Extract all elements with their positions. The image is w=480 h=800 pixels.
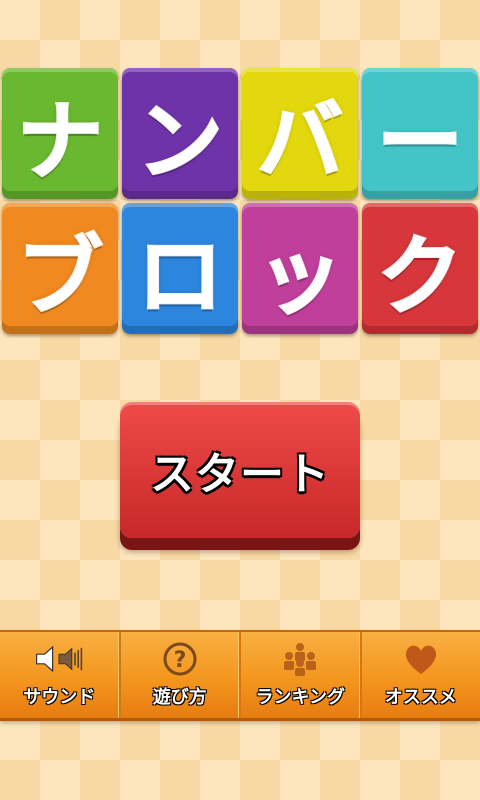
start-button-label: スタート xyxy=(150,449,330,500)
start-button[interactable]: スタート xyxy=(120,402,360,538)
sound-label: サウンド xyxy=(23,687,96,708)
ranking-people-icon xyxy=(276,641,324,677)
title-tile-na: ナ xyxy=(2,68,118,199)
title-tile-tsu: ッ xyxy=(242,203,358,334)
title-tile-bu: ブ xyxy=(2,203,118,334)
start-button-wrapper: スタート xyxy=(120,402,360,552)
question-icon: ? xyxy=(156,641,204,677)
bottom-menu-bar: サウンド ? 遊び方 ランキング オススメ xyxy=(0,630,480,721)
title-tile-n: ン xyxy=(122,68,238,199)
speaker-icon xyxy=(35,641,83,677)
how-to-play-label: 遊び方 xyxy=(152,687,207,708)
title-tile-ba: バ xyxy=(242,68,358,199)
title-logo: ナ ン バ ー ブ ロ ッ ク xyxy=(0,66,480,336)
title-tile-ro: ロ xyxy=(122,203,238,334)
how-to-play-button[interactable]: ? 遊び方 xyxy=(121,632,241,718)
ranking-button[interactable]: ランキング xyxy=(241,632,362,718)
title-tile-ku: ク xyxy=(362,203,478,334)
title-tile-dash: ー xyxy=(362,68,478,199)
recommend-button[interactable]: オススメ xyxy=(362,632,480,718)
svg-text:?: ? xyxy=(173,648,186,673)
ranking-label: ランキング xyxy=(255,687,345,708)
recommend-label: オススメ xyxy=(384,687,457,708)
sound-button[interactable]: サウンド xyxy=(0,632,121,718)
heart-icon xyxy=(397,641,445,677)
